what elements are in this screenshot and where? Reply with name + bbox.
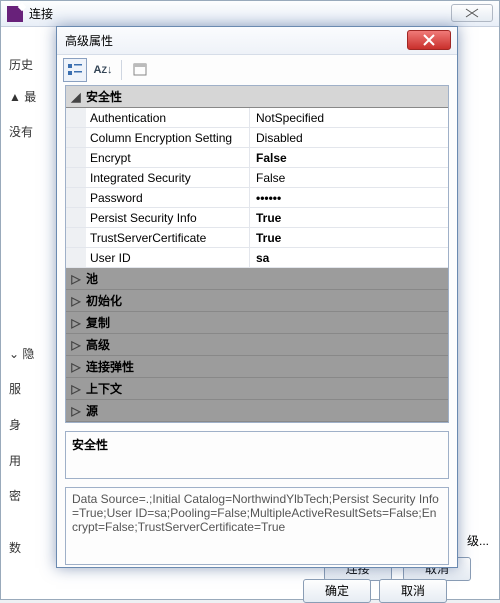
property-row[interactable]: Column Encryption SettingDisabled: [66, 128, 448, 148]
property-name: Column Encryption Setting: [86, 128, 250, 147]
bg-text: 历史: [9, 55, 49, 77]
property-name: Persist Security Info: [86, 208, 250, 227]
property-pages-button[interactable]: [128, 58, 152, 82]
bg-text: 服: [9, 379, 49, 401]
category-security[interactable]: ◢ 安全性: [66, 86, 448, 108]
parent-titlebar: 连接: [1, 1, 499, 27]
background-labels: 历史 ▲ 最 没有 ⌄ 隐 服 身 用 密 数: [9, 41, 49, 559]
category-collapsed[interactable]: ▷连接弹性: [66, 356, 448, 378]
category-label: 池: [86, 270, 98, 287]
category-label: 初始化: [86, 292, 122, 309]
bg-text: 数: [9, 538, 49, 560]
parent-title: 连接: [29, 5, 53, 22]
advanced-link[interactable]: 级...: [467, 532, 489, 549]
property-row[interactable]: EncryptFalse: [66, 148, 448, 168]
property-value[interactable]: ••••••: [250, 188, 448, 207]
dialog-title: 高级属性: [65, 32, 113, 49]
category-label: 源: [86, 402, 98, 419]
property-value[interactable]: False: [250, 148, 448, 167]
property-row[interactable]: Password••••••: [66, 188, 448, 208]
property-value[interactable]: True: [250, 228, 448, 247]
collapse-icon[interactable]: ◢: [66, 90, 86, 104]
expand-icon[interactable]: ▷: [66, 294, 86, 308]
advanced-properties-dialog: 高级属性 AZ↓ ◢ 安全性 AuthenticationNotSpecifie…: [56, 26, 458, 568]
property-toolbar: AZ↓: [57, 55, 457, 85]
category-collapsed[interactable]: ▷源: [66, 400, 448, 422]
property-value[interactable]: False: [250, 168, 448, 187]
bg-text: ▲ 最: [9, 87, 49, 109]
categorized-icon: [67, 62, 83, 78]
property-row[interactable]: TrustServerCertificateTrue: [66, 228, 448, 248]
property-name: Authentication: [86, 108, 250, 127]
alpha-sort-icon: AZ↓: [94, 64, 113, 76]
property-grid[interactable]: ◢ 安全性 AuthenticationNotSpecifiedColumn E…: [65, 85, 449, 423]
cancel-button[interactable]: 取消: [379, 579, 447, 603]
description-title: 安全性: [72, 438, 108, 452]
property-row[interactable]: Integrated SecurityFalse: [66, 168, 448, 188]
toolbar-separator: [121, 60, 122, 80]
dialog-buttons: 确定 取消: [57, 573, 457, 603]
category-collapsed[interactable]: ▷池: [66, 268, 448, 290]
property-value[interactable]: sa: [250, 248, 448, 267]
category-label: 上下文: [86, 380, 122, 397]
property-value[interactable]: Disabled: [250, 128, 448, 147]
category-label: 连接弹性: [86, 358, 134, 375]
property-name: TrustServerCertificate: [86, 228, 250, 247]
category-collapsed[interactable]: ▷初始化: [66, 290, 448, 312]
property-name: Encrypt: [86, 148, 250, 167]
ok-button[interactable]: 确定: [303, 579, 371, 603]
expand-icon[interactable]: ▷: [66, 360, 86, 374]
bg-text: ⌄ 隐: [9, 344, 49, 366]
bg-text: 密: [9, 486, 49, 508]
connection-string-text: Data Source=.;Initial Catalog=NorthwindY…: [72, 492, 439, 534]
connection-string-box[interactable]: Data Source=.;Initial Catalog=NorthwindY…: [65, 487, 449, 565]
category-label: 复制: [86, 314, 110, 331]
property-row[interactable]: AuthenticationNotSpecified: [66, 108, 448, 128]
expand-icon[interactable]: ▷: [66, 404, 86, 418]
bg-text: 用: [9, 451, 49, 473]
parent-close-button[interactable]: [451, 4, 493, 22]
dialog-titlebar: 高级属性: [57, 27, 457, 55]
category-collapsed[interactable]: ▷高级: [66, 334, 448, 356]
property-name: User ID: [86, 248, 250, 267]
description-pane: 安全性: [65, 431, 449, 479]
visual-studio-icon: [7, 6, 23, 22]
property-row[interactable]: Persist Security InfoTrue: [66, 208, 448, 228]
property-row[interactable]: User IDsa: [66, 248, 448, 268]
property-value[interactable]: True: [250, 208, 448, 227]
alpha-sort-button[interactable]: AZ↓: [91, 58, 115, 82]
bg-text: 没有: [9, 122, 49, 144]
property-pages-icon: [132, 62, 148, 78]
property-value[interactable]: NotSpecified: [250, 108, 448, 127]
category-collapsed[interactable]: ▷上下文: [66, 378, 448, 400]
property-name: Password: [86, 188, 250, 207]
expand-icon[interactable]: ▷: [66, 272, 86, 286]
expand-icon[interactable]: ▷: [66, 382, 86, 396]
category-label: 安全性: [86, 88, 122, 105]
property-name: Integrated Security: [86, 168, 250, 187]
expand-icon[interactable]: ▷: [66, 338, 86, 352]
dialog-close-button[interactable]: [407, 30, 451, 50]
category-label: 高级: [86, 336, 110, 353]
expand-icon[interactable]: ▷: [66, 316, 86, 330]
category-collapsed[interactable]: ▷复制: [66, 312, 448, 334]
close-icon: [465, 8, 479, 18]
close-icon: [423, 34, 435, 46]
categorized-view-button[interactable]: [63, 58, 87, 82]
bg-text: 身: [9, 415, 49, 437]
